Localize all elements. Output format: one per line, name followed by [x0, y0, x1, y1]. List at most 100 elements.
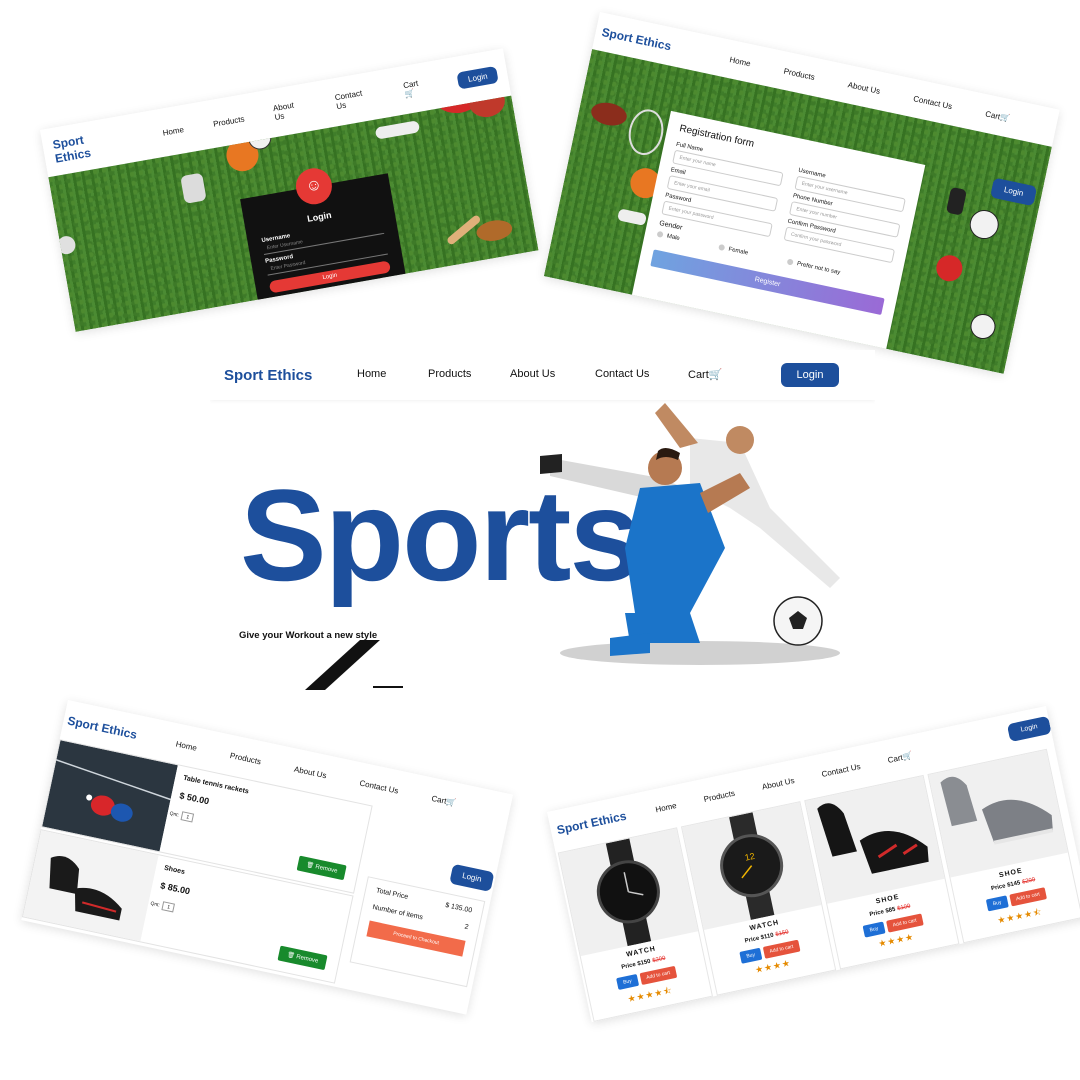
shoe-left [817, 803, 857, 857]
shoe-right [859, 830, 929, 874]
cart-icon: 🛒 [999, 112, 1011, 123]
sneaker-shape [375, 121, 420, 139]
nav-cart[interactable]: Cart🛒 [402, 77, 430, 99]
buy-button[interactable]: Buy [739, 947, 763, 964]
brand-logo[interactable]: Sport Ethics [556, 809, 628, 837]
navbar: Sport Ethics Home Products About Us Cont… [210, 350, 875, 400]
cart-icon: 🛒 [404, 88, 416, 100]
nav-contact[interactable]: Contact Us [913, 94, 954, 111]
nav-home[interactable]: Home [162, 125, 185, 138]
shoe-image [805, 776, 945, 904]
cart-icon: 🛒 [445, 796, 458, 808]
nav-products[interactable]: Products [229, 751, 262, 766]
helmet-shape [936, 255, 963, 282]
black-slash [305, 640, 380, 690]
sneaker-shape [618, 209, 647, 225]
price-label: Price [744, 935, 760, 945]
login-button[interactable]: Login [781, 363, 839, 387]
home-hero-screenshot: Sport Ethics Home Products About Us Cont… [210, 350, 875, 690]
order-summary: Total Price $ 135.00 Number of items 2 P… [349, 876, 486, 988]
quantity-field: Qnt: 1 [169, 809, 195, 823]
nav-products[interactable]: Products [703, 788, 736, 803]
item-count-label: Number of items [371, 903, 424, 922]
gender-radio-male[interactable]: Male [656, 231, 680, 242]
remove-button[interactable]: 🗑 Remove [296, 855, 347, 881]
price-label: Price [620, 961, 637, 971]
cart-icon: 🛒 [901, 750, 914, 762]
nav-home[interactable]: Home [729, 55, 752, 68]
login-page-screenshot: Sport Ethics Home Products About Us Cont… [40, 48, 539, 332]
signup-link[interactable]: Don't have an Account? [274, 288, 396, 317]
price-value: $85 [885, 906, 897, 915]
brand-logo[interactable]: Sport Ethics [224, 367, 312, 384]
nav-products[interactable]: Products [783, 66, 816, 81]
shoe-left [940, 776, 978, 827]
nav-about[interactable]: About Us [847, 80, 881, 96]
player-blue-sock [610, 633, 650, 656]
nav-cart[interactable]: Cart🛒 [887, 750, 913, 764]
login-button[interactable]: Login [449, 863, 495, 892]
brand-logo[interactable]: Sport Ethics [52, 126, 126, 166]
quantity-label: Qnt: [149, 900, 161, 909]
nav-contact[interactable]: Contact Us [821, 761, 862, 778]
nav-about[interactable]: About Us [761, 775, 795, 791]
brand-logo[interactable]: Sport Ethics [600, 25, 672, 53]
brand-logo[interactable]: Sport Ethics [66, 714, 138, 742]
remove-button[interactable]: 🗑 Remove [277, 945, 328, 971]
nav-about[interactable]: About Us [293, 764, 327, 780]
gender-radio-female[interactable]: Female [718, 244, 749, 257]
quantity-input[interactable]: 1 [161, 901, 176, 913]
nav-cart[interactable]: Cart🛒 [688, 368, 722, 381]
nav-home[interactable]: Home [357, 368, 386, 380]
glove-shape [946, 187, 967, 215]
watch-image [558, 828, 699, 957]
price-value: $110 [760, 932, 775, 942]
slash-decoration [305, 640, 403, 690]
login-form: ☺ Login Username Enter Username Password… [240, 165, 414, 332]
glove-shape [181, 173, 206, 203]
tennis-racket-shape [628, 109, 664, 155]
soccer-players-image [540, 403, 840, 665]
player-white-arm [655, 403, 698, 448]
underline-decoration [373, 686, 403, 688]
cart-item-price: $ 85.00 [159, 880, 191, 897]
watch-dial-number: 12 [744, 851, 756, 863]
nav-home[interactable]: Home [175, 739, 198, 752]
cart-page-screenshot: Sport Ethics Home Products About Us Cont… [21, 700, 514, 1015]
registration-page-screenshot: Sport Ethics Home Products About Us Cont… [543, 12, 1060, 374]
total-price-value: $ 135.00 [444, 902, 473, 915]
login-button[interactable]: Login [456, 65, 499, 90]
buy-button[interactable]: Buy [985, 895, 1009, 912]
remove-label: Remove [314, 864, 338, 875]
watch-image: 12 [682, 802, 822, 930]
shoe-image [928, 749, 1068, 878]
nav-cart[interactable]: Cart🛒 [431, 793, 457, 807]
buy-button[interactable]: Buy [862, 921, 886, 938]
nav-cart[interactable]: Cart🛒 [985, 109, 1011, 123]
watch-face [720, 834, 784, 898]
nav-contact[interactable]: Contact Us [595, 368, 649, 380]
baseball-glove-shape [476, 220, 513, 241]
nav-contact[interactable]: Contact Us [334, 87, 376, 112]
cart-icon: 🛒 [708, 369, 723, 381]
player-white-boot [540, 454, 562, 474]
quantity-field: Qnt: 1 [150, 899, 176, 913]
player-white-head [726, 426, 754, 454]
quantity-input[interactable]: 1 [180, 811, 195, 823]
cricket-bat-shape [447, 215, 481, 245]
nav-about[interactable]: About Us [272, 99, 307, 122]
products-page-screenshot: Sport Ethics Home Products About Us Cont… [547, 705, 1080, 1023]
nav-products[interactable]: Products [428, 368, 471, 380]
soccer-ball-shape-2 [970, 313, 996, 339]
nav-about[interactable]: About Us [510, 368, 555, 380]
buy-button[interactable]: Buy [616, 973, 639, 990]
price-label: Price [990, 883, 1007, 893]
total-price-label: Total Price [375, 887, 409, 901]
nav-contact[interactable]: Contact Us [359, 778, 400, 795]
cart-item-price: $ 50.00 [178, 790, 211, 807]
price-label: Price [869, 909, 885, 919]
nav-products[interactable]: Products [212, 114, 245, 128]
nav-home[interactable]: Home [655, 801, 678, 814]
old-price: $100 [896, 903, 912, 913]
price-value: $150 [636, 958, 652, 968]
